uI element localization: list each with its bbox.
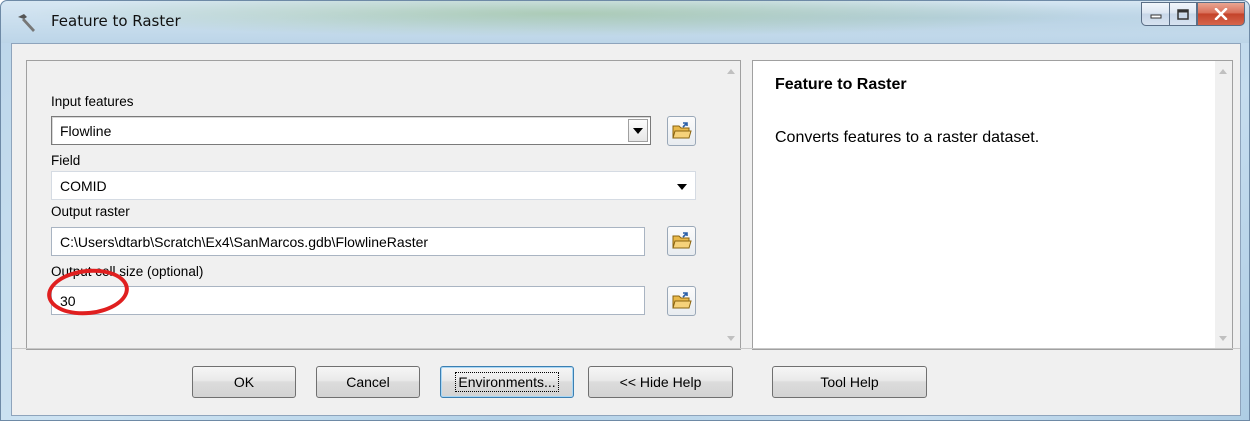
input-features-label: Input features: [51, 94, 134, 109]
chevron-down-icon: [633, 127, 643, 134]
parameters-panel: Input features Flowline Field COMID Outp…: [26, 60, 741, 350]
open-folder-icon: [671, 232, 692, 249]
button-separator: [12, 348, 1240, 349]
cell-size-browse-button[interactable]: [667, 286, 696, 316]
cancel-button[interactable]: Cancel: [316, 366, 420, 398]
dialog-client-area: Input features Flowline Field COMID Outp…: [11, 43, 1241, 416]
open-folder-icon: [671, 292, 692, 309]
output-raster-input[interactable]: C:\Users\dtarb\Scratch\Ex4\SanMarcos.gdb…: [51, 227, 645, 256]
output-raster-browse-button[interactable]: [667, 226, 696, 256]
scroll-down-icon[interactable]: [727, 336, 735, 341]
scroll-up-icon[interactable]: [1219, 69, 1227, 74]
cell-size-value: 30: [60, 293, 76, 309]
field-label: Field: [51, 153, 81, 168]
window-title: Feature to Raster: [51, 12, 181, 30]
maximize-icon: [1177, 8, 1189, 20]
close-button[interactable]: [1197, 2, 1245, 26]
maximize-button[interactable]: [1169, 2, 1197, 26]
minimize-icon: [1150, 14, 1161, 19]
input-features-browse-button[interactable]: [667, 116, 696, 146]
help-panel: Feature to Raster Converts features to a…: [752, 60, 1233, 350]
cell-size-input[interactable]: 30: [51, 286, 645, 315]
ok-button[interactable]: OK: [192, 366, 296, 398]
help-description: Converts features to a raster dataset.: [775, 129, 1040, 146]
caption-buttons: [1141, 2, 1245, 26]
input-features-value: Flowline: [60, 123, 112, 139]
feature-to-raster-window: Feature to Raster Input features Flowlin…: [0, 0, 1250, 421]
tool-help-button[interactable]: Tool Help: [772, 366, 927, 398]
scroll-down-icon[interactable]: [1219, 336, 1227, 341]
scroll-up-icon[interactable]: [727, 69, 735, 74]
environments-button-label: Environments...: [455, 372, 559, 392]
parameters-scrollbar[interactable]: [723, 61, 740, 349]
field-value: COMID: [60, 178, 107, 194]
chevron-down-icon: [677, 184, 687, 190]
field-combo[interactable]: COMID: [51, 171, 696, 200]
cell-size-label: Output cell size (optional): [51, 264, 204, 279]
hammer-icon: [18, 14, 35, 32]
output-raster-label: Output raster: [51, 204, 130, 219]
help-scrollbar[interactable]: [1215, 61, 1232, 349]
output-raster-value: C:\Users\dtarb\Scratch\Ex4\SanMarcos.gdb…: [60, 234, 429, 250]
environments-button[interactable]: Environments...: [440, 366, 574, 398]
title-bar[interactable]: Feature to Raster: [1, 1, 1249, 43]
minimize-button[interactable]: [1141, 2, 1169, 26]
open-folder-icon: [671, 122, 692, 139]
hide-help-button[interactable]: << Hide Help: [588, 366, 733, 398]
help-title: Feature to Raster: [775, 76, 907, 93]
close-icon: [1214, 8, 1228, 20]
input-features-combo[interactable]: Flowline: [51, 116, 651, 145]
input-features-dropdown-button[interactable]: [628, 119, 648, 142]
